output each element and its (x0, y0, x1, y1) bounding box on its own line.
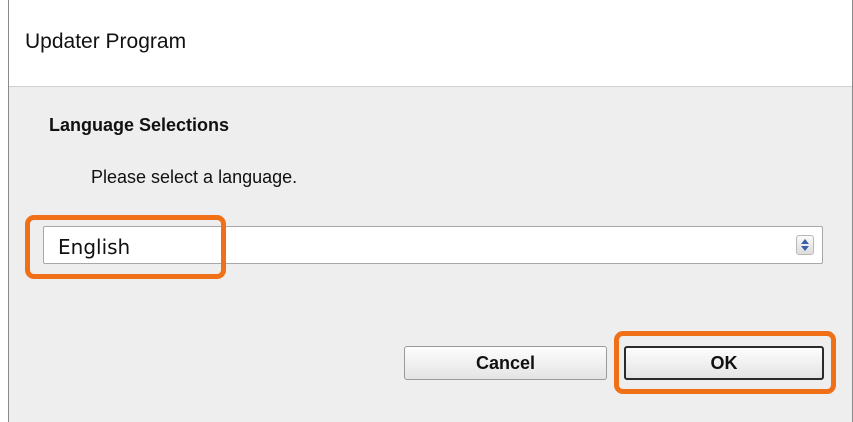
section-heading: Language Selections (49, 115, 230, 135)
language-select-highlight (25, 215, 226, 279)
updater-window: Updater Program Language Selections Plea… (8, 0, 853, 422)
window-title: Updater Program (25, 30, 187, 53)
up-down-chevron-icon[interactable] (796, 235, 814, 255)
ok-button-highlight (614, 331, 836, 394)
cancel-button[interactable]: Cancel (404, 346, 607, 380)
instruction-text: Please select a language. (91, 167, 298, 187)
dialog-body: Language Selections Please select a lang… (9, 87, 852, 422)
title-bar: Updater Program (9, 0, 852, 87)
